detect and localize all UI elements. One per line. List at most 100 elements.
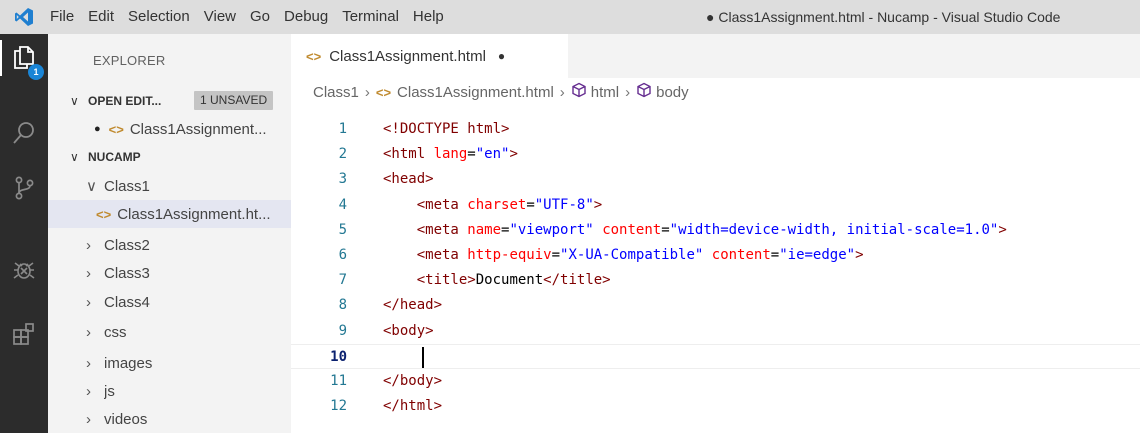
menu-help[interactable]: Help <box>406 0 451 34</box>
folder-class1[interactable]: ∨ Class1 <box>48 172 291 200</box>
chevron-right-icon: › <box>86 264 91 282</box>
vscode-logo-icon <box>0 0 48 34</box>
chevron-right-icon: › <box>559 83 565 101</box>
line-number: 11 <box>330 373 347 389</box>
code-line[interactable]: 12 </html> <box>291 394 1140 419</box>
folder-label: js <box>104 382 115 400</box>
chevron-right-icon: › <box>86 382 91 400</box>
active-indicator <box>0 40 2 76</box>
code-token: <meta <box>416 247 468 263</box>
code-token: http-equiv <box>467 247 552 263</box>
code-token: <meta <box>416 197 468 213</box>
line-number: 1 <box>338 121 347 137</box>
folder-class3[interactable]: › Class3 <box>48 259 291 287</box>
editor-area: <> Class1Assignment.html ● Class1 › <> C… <box>291 34 1140 433</box>
line-number: 4 <box>338 197 347 213</box>
code-line[interactable]: 5 <meta name="viewport" content="width=d… <box>291 218 1140 243</box>
code-token: > <box>998 222 1007 238</box>
code-token: <!DOCTYPE html> <box>383 121 510 137</box>
menu-view[interactable]: View <box>197 0 243 34</box>
code-line[interactable]: 10 <box>291 344 1140 369</box>
code-text: <meta name="viewport" content="width=dev… <box>383 218 1007 243</box>
line-number: 3 <box>338 171 347 187</box>
file-class1assignment[interactable]: <> Class1Assignment.ht... <box>48 200 291 228</box>
activity-source-control[interactable] <box>0 165 48 213</box>
code-line[interactable]: 6 <meta http-equiv="X-UA-Compatible" con… <box>291 243 1140 268</box>
tab-class1assignment[interactable]: <> Class1Assignment.html ● <box>291 34 568 78</box>
menu-terminal[interactable]: Terminal <box>335 0 406 34</box>
code-token: > <box>855 247 864 263</box>
chevron-right-icon: › <box>86 354 91 372</box>
folder-label: Class1 <box>104 177 150 195</box>
line-number: 9 <box>338 323 347 339</box>
unsaved-dot-icon[interactable]: ● <box>498 49 505 63</box>
line-number: 10 <box>330 349 347 365</box>
breadcrumb-body[interactable]: body <box>656 84 689 101</box>
code-token: </body> <box>383 373 443 389</box>
code-token: "width=device-width, initial-scale=1.0" <box>669 222 999 238</box>
nucamp-header[interactable]: ∨ NUCAMP <box>48 143 291 171</box>
unsaved-dot-icon: ● <box>94 123 101 135</box>
code-line[interactable]: 1 <!DOCTYPE html> <box>291 117 1140 142</box>
chevron-right-icon: › <box>86 293 91 311</box>
folder-videos[interactable]: › videos <box>48 405 291 433</box>
folder-label: Class3 <box>104 264 150 282</box>
code-token: = <box>661 222 670 238</box>
activity-search[interactable] <box>0 110 48 158</box>
folder-js[interactable]: › js <box>48 377 291 405</box>
code-line[interactable]: 3 <head> <box>291 167 1140 192</box>
folder-label: css <box>104 323 127 341</box>
code-line[interactable]: 9 <body> <box>291 319 1140 344</box>
breadcrumb-html[interactable]: html <box>591 84 619 101</box>
code-token: > <box>509 146 518 162</box>
activity-debug[interactable] <box>0 247 48 295</box>
code-token: > <box>593 197 603 213</box>
html-file-icon: <> <box>96 206 112 222</box>
open-editor-item[interactable]: ● <> Class1Assignment... <box>48 115 291 143</box>
folder-images[interactable]: › images <box>48 349 291 377</box>
code-line[interactable]: 8 </head> <box>291 293 1140 318</box>
chevron-right-icon: › <box>86 236 91 254</box>
code-token: charset <box>467 197 527 213</box>
activity-extensions[interactable] <box>0 311 48 359</box>
line-number: 7 <box>338 272 347 288</box>
menu-bar: File Edit Selection View Go Debug Termin… <box>48 0 451 34</box>
code-text: <html lang="en"> <box>383 142 518 167</box>
code-token: <html <box>383 146 434 162</box>
file-label: Class1Assignment.ht... <box>117 205 271 223</box>
open-editors-header[interactable]: ∨ OPEN EDIT... 1 UNSAVED <box>48 87 291 115</box>
editor-tabs: <> Class1Assignment.html ● <box>291 34 1140 78</box>
menu-file[interactable]: File <box>48 0 81 34</box>
title-bar: File Edit Selection View Go Debug Termin… <box>0 0 1140 34</box>
code-token: </title> <box>543 272 611 288</box>
activity-bar: 1 <box>0 34 48 433</box>
code-token: </head> <box>383 297 443 313</box>
code-token: "viewport" <box>509 222 594 238</box>
folder-css[interactable]: › css <box>48 318 291 346</box>
code-line[interactable]: 2 <html lang="en"> <box>291 142 1140 167</box>
line-number: 8 <box>338 297 347 313</box>
code-line[interactable]: 7 <title>Document</title> <box>291 268 1140 293</box>
menu-debug[interactable]: Debug <box>277 0 335 34</box>
explorer-sidebar: EXPLORER ∨ OPEN EDIT... 1 UNSAVED ● <> C… <box>48 34 291 433</box>
folder-class4[interactable]: › Class4 <box>48 288 291 316</box>
chevron-right-icon: › <box>86 323 91 341</box>
breadcrumb-folder[interactable]: Class1 <box>313 84 359 101</box>
activity-explorer[interactable]: 1 <box>0 34 48 82</box>
code-text: </html> <box>383 394 442 419</box>
code-line[interactable]: 11 </body> <box>291 369 1140 394</box>
code-text: </head> <box>383 293 442 318</box>
chevron-down-icon: ∨ <box>70 94 79 108</box>
line-number: 5 <box>338 222 347 238</box>
menu-go[interactable]: Go <box>243 0 277 34</box>
code-text: </body> <box>383 369 442 394</box>
source-control-icon <box>11 175 37 204</box>
menu-edit[interactable]: Edit <box>81 0 121 34</box>
menu-selection[interactable]: Selection <box>121 0 197 34</box>
breadcrumb-file[interactable]: Class1Assignment.html <box>397 84 554 101</box>
code-line[interactable]: 4 <meta charset="UTF-8"> <box>291 193 1140 218</box>
debug-icon <box>11 257 37 286</box>
folder-class2[interactable]: › Class2 <box>48 231 291 259</box>
